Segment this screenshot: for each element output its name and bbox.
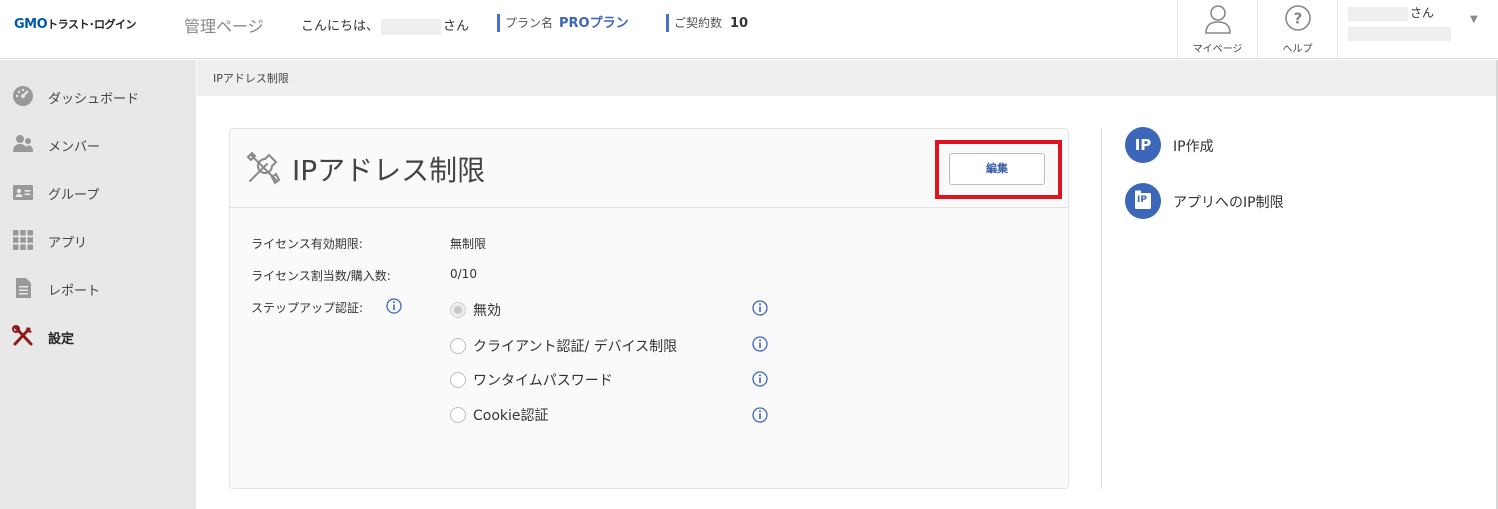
user-suffix: さん <box>1410 6 1435 20</box>
plan-value: PROプラン <box>559 16 629 31</box>
radio-cookie-option[interactable] <box>450 407 466 423</box>
mypage-button[interactable]: マイページ <box>1177 0 1257 59</box>
sidebar-item-report[interactable]: レポート <box>0 269 196 309</box>
redacted-user-name <box>1348 6 1408 21</box>
app-ip-restriction-label: アプリへのIP制限 <box>1173 195 1284 211</box>
edit-button[interactable]: 編集 <box>949 153 1045 185</box>
user-menu[interactable]: さん ▼ <box>1337 0 1498 59</box>
card-header: IPアドレス制限 編集 <box>230 129 1068 208</box>
breadcrumb: IPアドレス制限 <box>213 72 289 85</box>
radio-disabled-option[interactable] <box>450 302 466 318</box>
license-period-label: ライセンス有効期限: <box>251 237 363 251</box>
info-icon[interactable] <box>752 371 768 387</box>
help-button[interactable]: ? ヘルプ <box>1257 0 1337 59</box>
sidebar: ダッシュボード メンバー グループ アプリ レポート 設定 <box>0 60 196 509</box>
sidebar-item-label: メンバー <box>48 140 101 155</box>
person-icon <box>1204 5 1231 34</box>
help-icon: ? <box>1284 5 1311 31</box>
option-label: 無効 <box>473 303 501 319</box>
sidebar-item-dashboard[interactable]: ダッシュボード <box>0 77 196 117</box>
logo[interactable]: GMOトラスト･ログイン <box>14 16 136 32</box>
sidebar-item-label: グループ <box>48 188 100 203</box>
stepup-auth-label: ステップアップ認証: <box>251 301 364 315</box>
greeting-prefix: こんにちは、 <box>301 19 380 34</box>
contracts-info: ご契約数 10 <box>666 14 748 32</box>
sidebar-item-label: 設定 <box>48 332 75 347</box>
sidebar-item-label: ダッシュボード <box>48 92 140 107</box>
breadcrumb-bar: IPアドレス制限 <box>197 60 1498 96</box>
report-icon <box>16 278 31 298</box>
sidebar-item-label: レポート <box>48 284 101 299</box>
redacted-user-info <box>1348 27 1451 41</box>
divider <box>1101 128 1102 489</box>
ip-create-label: IP作成 <box>1173 139 1214 155</box>
dashboard-icon <box>13 86 33 106</box>
user-name: さん <box>1348 4 1434 21</box>
chevron-down-icon[interactable]: ▼ <box>1470 14 1478 25</box>
greeting-suffix: さん <box>443 19 470 34</box>
mypage-label: マイページ <box>1192 44 1243 55</box>
option-label: Cookie認証 <box>473 408 549 424</box>
plan-info: プラン名 PROプラン <box>497 14 629 32</box>
apps-grid-icon <box>13 230 33 250</box>
settings-tools-icon <box>12 325 33 346</box>
option-label: クライアント認証/ デバイス制限 <box>473 339 678 355</box>
admin-page-title[interactable]: 管理ページ <box>184 13 264 37</box>
ip-restriction-card: IPアドレス制限 編集 ライセンス有効期限: 無制限 ライセンス割当数/購入数:… <box>229 128 1069 489</box>
sidebar-item-members[interactable]: メンバー <box>0 125 196 165</box>
info-icon[interactable] <box>386 298 402 314</box>
option-label: ワンタイムパスワード <box>473 373 613 389</box>
info-icon[interactable] <box>752 300 768 316</box>
info-icon[interactable] <box>752 407 768 423</box>
card-title: IPアドレス制限 <box>292 154 486 187</box>
app-ip-badge-text: IP <box>1137 195 1147 205</box>
plan-label: プラン名 <box>505 16 554 30</box>
svg-text:?: ? <box>1293 10 1302 28</box>
license-count-value: 0/10 <box>450 267 477 281</box>
license-period-value: 無制限 <box>450 237 487 251</box>
ip-badge-icon: IP <box>1125 127 1161 163</box>
tools-icon <box>246 151 281 185</box>
logo-gmo: GMO <box>14 17 48 32</box>
sidebar-item-label: アプリ <box>48 236 88 251</box>
help-label: ヘルプ <box>1282 44 1313 55</box>
contracts-value: 10 <box>730 16 749 31</box>
top-header: GMOトラスト･ログイン 管理ページ こんにちは、 さん プラン名 PROプラン ご… <box>0 0 1498 59</box>
greeting: こんにちは、 さん <box>301 15 469 35</box>
sidebar-item-settings[interactable]: 設定 <box>0 317 196 357</box>
radio-otp-option[interactable] <box>450 372 466 388</box>
logo-text: トラスト･ログイン <box>47 18 136 31</box>
members-icon <box>13 135 33 152</box>
license-count-label: ライセンス割当数/購入数: <box>251 269 391 283</box>
sidebar-item-apps[interactable]: アプリ <box>0 221 196 261</box>
group-icon <box>13 185 33 200</box>
info-icon[interactable] <box>752 336 768 352</box>
redacted-name <box>381 18 442 35</box>
contracts-label: ご契約数 <box>674 16 723 30</box>
radio-client-cert-option[interactable] <box>450 338 466 354</box>
sidebar-item-group[interactable]: グループ <box>0 173 196 213</box>
